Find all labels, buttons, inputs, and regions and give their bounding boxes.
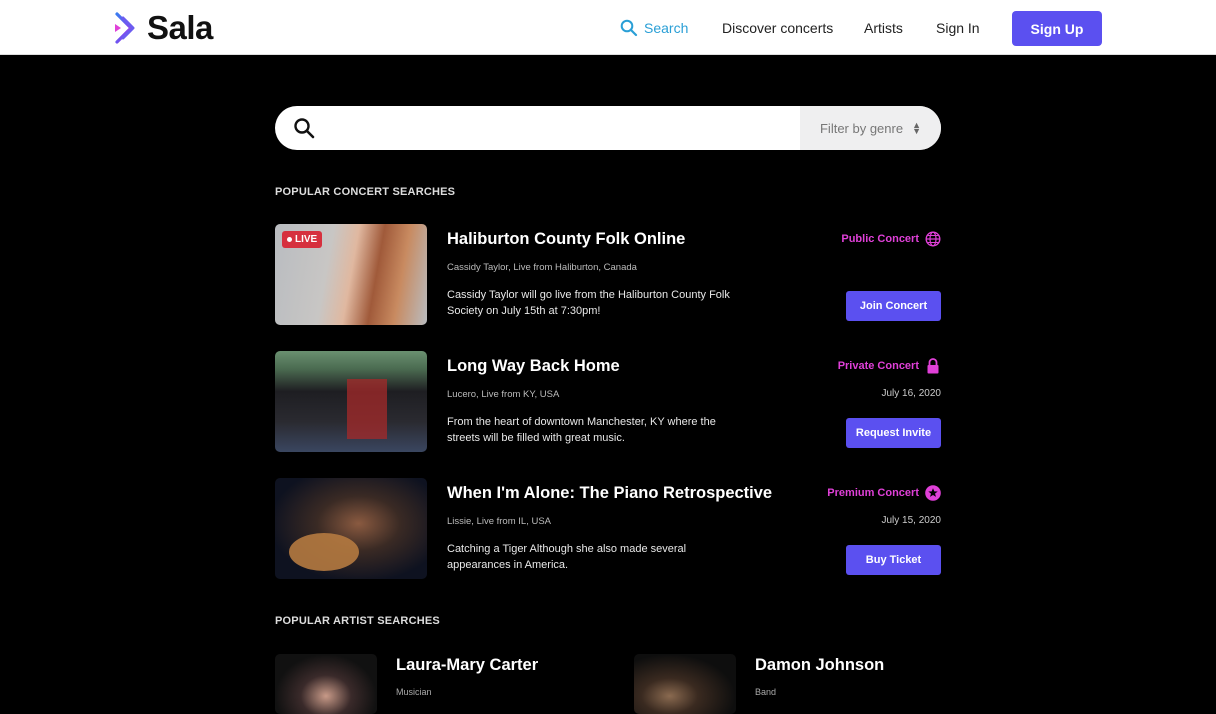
request-invite-button[interactable]: Request Invite	[846, 418, 941, 448]
concert-description: From the heart of downtown Manchester, K…	[447, 416, 716, 444]
search-icon	[294, 118, 315, 139]
concert-card[interactable]: When I'm Alone: The Piano Retrospective …	[275, 478, 941, 580]
concert-type: Private Concert	[838, 358, 941, 374]
popular-concerts-heading: POPULAR CONCERT SEARCHES	[275, 186, 456, 198]
nav-artists[interactable]: Artists	[864, 0, 903, 55]
concert-title[interactable]: When I'm Alone: The Piano Retrospective	[447, 484, 772, 503]
concert-description: Cassidy Taylor will go live from the Hal…	[447, 289, 730, 317]
concert-thumbnail[interactable]: LIVE	[275, 224, 427, 325]
join-concert-button[interactable]: Join Concert	[846, 291, 941, 321]
genre-filter-select[interactable]: Filter by genre ▲ ▼	[800, 106, 941, 150]
concert-description: Catching a Tiger Although she also made …	[447, 543, 687, 571]
artist-card[interactable]: Laura-Mary Carter Musician	[275, 654, 615, 714]
star-icon	[925, 485, 941, 501]
concert-thumbnail[interactable]	[275, 351, 427, 452]
concert-subtitle: Lissie, Live from IL, USA	[447, 516, 552, 527]
sala-chevrons-icon	[115, 12, 135, 44]
concert-date: July 16, 2020	[881, 388, 942, 399]
lock-icon	[925, 358, 941, 374]
genre-filter-label: Filter by genre	[819, 120, 904, 136]
concert-thumbnail[interactable]	[275, 478, 427, 579]
photo-detail	[347, 379, 387, 439]
buy-ticket-button[interactable]: Buy Ticket	[846, 545, 941, 575]
concert-type: Public Concert	[841, 231, 941, 247]
sala-logo[interactable]: Sala	[113, 9, 213, 47]
nav-search-label: Search	[644, 19, 689, 36]
artist-card[interactable]: Damon Johnson Band	[634, 654, 974, 714]
concert-card[interactable]: LIVE Haliburton County Folk Online Cassi…	[275, 224, 941, 326]
top-nav-bar: Sala Search Discover concerts Artists Si…	[0, 0, 1216, 55]
live-dot-icon	[287, 237, 292, 242]
nav-search-link[interactable]: Search	[620, 0, 688, 55]
photo-detail	[289, 533, 359, 571]
artist-name[interactable]: Damon Johnson	[755, 656, 884, 675]
nav-discover-concerts[interactable]: Discover concerts	[722, 0, 833, 55]
concert-type: Premium Concert	[827, 485, 941, 501]
popular-artists-heading: POPULAR ARTIST SEARCHES	[275, 615, 440, 627]
live-badge: LIVE	[282, 231, 323, 248]
select-arrows-icon: ▲ ▼	[912, 120, 921, 136]
search-icon	[620, 19, 638, 36]
artist-role: Musician	[396, 687, 432, 697]
concert-title[interactable]: Haliburton County Folk Online	[447, 230, 685, 249]
concert-date: July 15, 2020	[881, 515, 942, 526]
artist-thumbnail[interactable]	[634, 654, 736, 714]
globe-icon	[925, 231, 941, 247]
artist-name[interactable]: Laura-Mary Carter	[396, 656, 538, 675]
concert-subtitle: Lucero, Live from KY, USA	[447, 389, 560, 400]
concert-card[interactable]: Long Way Back Home Lucero, Live from KY,…	[275, 351, 941, 453]
artist-role: Band	[755, 687, 777, 697]
concert-type-label: Private Concert	[837, 360, 919, 372]
concert-title[interactable]: Long Way Back Home	[447, 357, 620, 376]
artist-thumbnail[interactable]	[275, 654, 377, 714]
concert-type-label: Public Concert	[841, 233, 919, 245]
sign-in-link[interactable]: Sign In	[936, 0, 980, 55]
concert-type-label: Premium Concert	[827, 487, 919, 499]
sign-up-button[interactable]: Sign Up	[1012, 11, 1102, 46]
search-bar: Filter by genre ▲ ▼	[275, 106, 941, 150]
concert-subtitle: Cassidy Taylor, Live from Haliburton, Ca…	[447, 262, 637, 273]
live-badge-label: LIVE	[295, 234, 318, 245]
brand-name: Sala	[147, 9, 213, 46]
